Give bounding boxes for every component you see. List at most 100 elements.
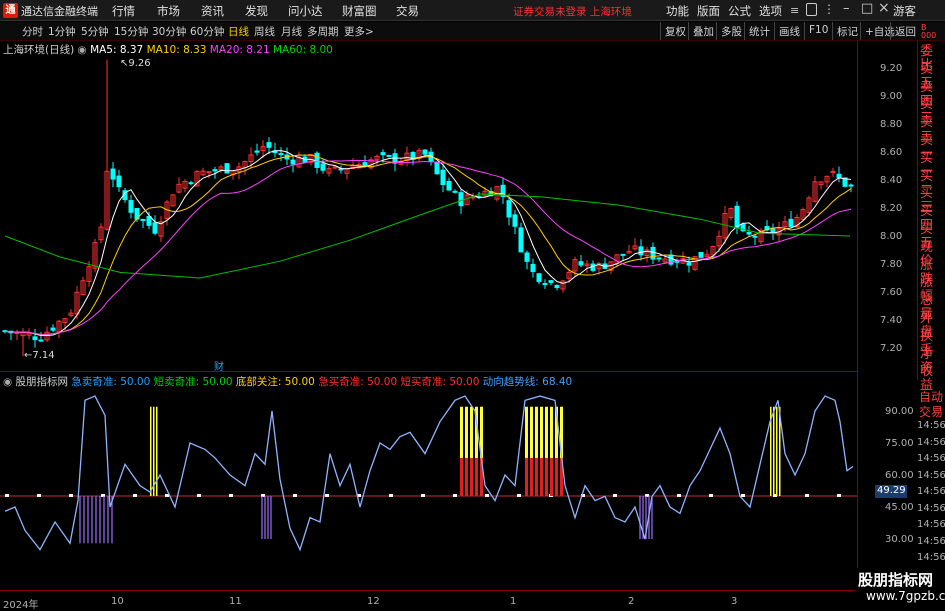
time-tick: 14:56 [917, 436, 945, 448]
pane-separator [0, 371, 857, 372]
watermark-url: www.7gpzb.com [866, 589, 945, 603]
candle-body [278, 153, 284, 156]
candle-body [446, 180, 452, 191]
candle-body [530, 263, 536, 273]
indicator-bottom-watch: 底部关注: 50.00 [235, 376, 315, 388]
candle-body [848, 184, 854, 187]
buy-signal-bar [465, 457, 468, 496]
baseline-dot [133, 494, 137, 497]
indicator-sell-short: 短卖奇准: 50.00 [153, 376, 233, 388]
price-tick: 7.60 [880, 287, 903, 298]
baseline-dot [229, 494, 233, 497]
candle-body [290, 159, 296, 165]
candle-body [554, 284, 560, 289]
candle-body [752, 235, 758, 238]
ma60-label: MA60: 8.00 [273, 44, 333, 56]
buy-signal-bar [525, 457, 528, 496]
baseline-dot [485, 494, 489, 497]
side-label-trade[interactable]: 交易 [919, 403, 943, 420]
indicator-sell-urgent: 急卖奇准: 50.00 [71, 376, 151, 388]
candle-body [440, 169, 446, 186]
ma5-label: MA5: 8.37 [90, 44, 144, 56]
indicator-buy-urgent: 急买奇准: 50.00 [318, 376, 398, 388]
candle-body [548, 280, 554, 283]
indicator-trend-line: 动向趋势线: 68.40 [482, 376, 573, 388]
indicator-tick: 45.00 [885, 502, 914, 513]
candle-body [362, 162, 368, 167]
indicator-tick: 30.00 [885, 534, 914, 545]
ma10-label: MA10: 8.33 [146, 44, 207, 56]
candle-body [542, 283, 548, 286]
buy-signal-bar [550, 457, 553, 496]
candle-body [452, 190, 458, 193]
date-month-2: 2 [628, 596, 635, 607]
candle-body [140, 219, 146, 222]
candle-body [188, 182, 194, 185]
indicator-icon[interactable]: ◉ [3, 376, 12, 388]
baseline-dot [837, 494, 841, 497]
indicator-tick: 90.00 [885, 406, 914, 417]
time-tick: 14:56 [917, 453, 945, 464]
candle-body [386, 154, 392, 157]
indicator-name[interactable]: 股朋指标网 [16, 376, 69, 388]
candle-body [656, 257, 662, 260]
candle-body [266, 142, 272, 148]
candle-body [206, 171, 212, 174]
current-value-tag: 49.29 [875, 485, 907, 498]
candle-body [524, 252, 530, 262]
date-axis [0, 590, 945, 609]
date-month-10: 10 [111, 596, 124, 607]
price-tick: 8.00 [880, 231, 903, 242]
indicator-info-bar: ◉ 股朋指标网 急卖奇准: 50.00 短卖奇准: 50.00 底部关注: 50… [3, 374, 572, 389]
date-month-12: 12 [367, 596, 380, 607]
indicator-tick: 75.00 [885, 438, 914, 449]
candle-body [506, 200, 512, 218]
sell-signal-bar [773, 406, 775, 496]
baseline-dot [677, 494, 681, 497]
baseline-dot [325, 494, 329, 497]
buy-signal-bar [535, 457, 538, 496]
price-tick: 8.40 [880, 175, 903, 186]
price-tick: 8.60 [880, 147, 903, 158]
candle-body [152, 222, 158, 234]
sell-signal-bar [153, 406, 155, 496]
candle-body [38, 339, 44, 342]
indicator-buy-short: 短买奇准: 50.00 [400, 376, 480, 388]
candle-body [110, 168, 116, 180]
price-tick: 9.20 [880, 63, 903, 74]
ma20-label: MA20: 8.21 [209, 44, 270, 56]
ma10-line [4, 154, 852, 336]
baseline-dot [293, 494, 297, 497]
time-tick: 14:56 [917, 420, 945, 431]
candle-body [434, 161, 440, 175]
baseline-dot [197, 494, 201, 497]
candle-body [518, 227, 524, 253]
trend-oscillator-line [4, 395, 854, 552]
date-month-3: 3 [731, 596, 738, 607]
candle-body [638, 246, 644, 256]
candle-body [212, 169, 218, 172]
candle-body [836, 173, 842, 179]
time-tick: 14:56 [917, 469, 945, 481]
ma5-line [4, 150, 852, 336]
price-tick: 9.00 [880, 91, 903, 102]
candle-body [50, 327, 56, 331]
buy-signal-bar [530, 457, 533, 496]
stock-chart[interactable] [0, 0, 945, 609]
baseline-dot [37, 494, 41, 497]
watermark-title: 股朋指标网 [858, 571, 934, 589]
candle-body [380, 152, 386, 156]
price-tick: 7.40 [880, 315, 903, 326]
settings-icon[interactable]: ◉ [78, 44, 87, 56]
baseline-dot [69, 494, 73, 497]
candle-body [422, 149, 428, 155]
indicator-tick: 60.00 [885, 470, 914, 481]
candle-body [650, 246, 656, 260]
candle-body [578, 261, 584, 266]
candle-body [32, 336, 38, 341]
buy-signal-bar [475, 457, 478, 496]
candle-body [536, 273, 542, 282]
baseline-dot [741, 494, 745, 497]
time-tick: 14:56 [917, 502, 945, 514]
price-tick: 7.80 [880, 259, 903, 270]
